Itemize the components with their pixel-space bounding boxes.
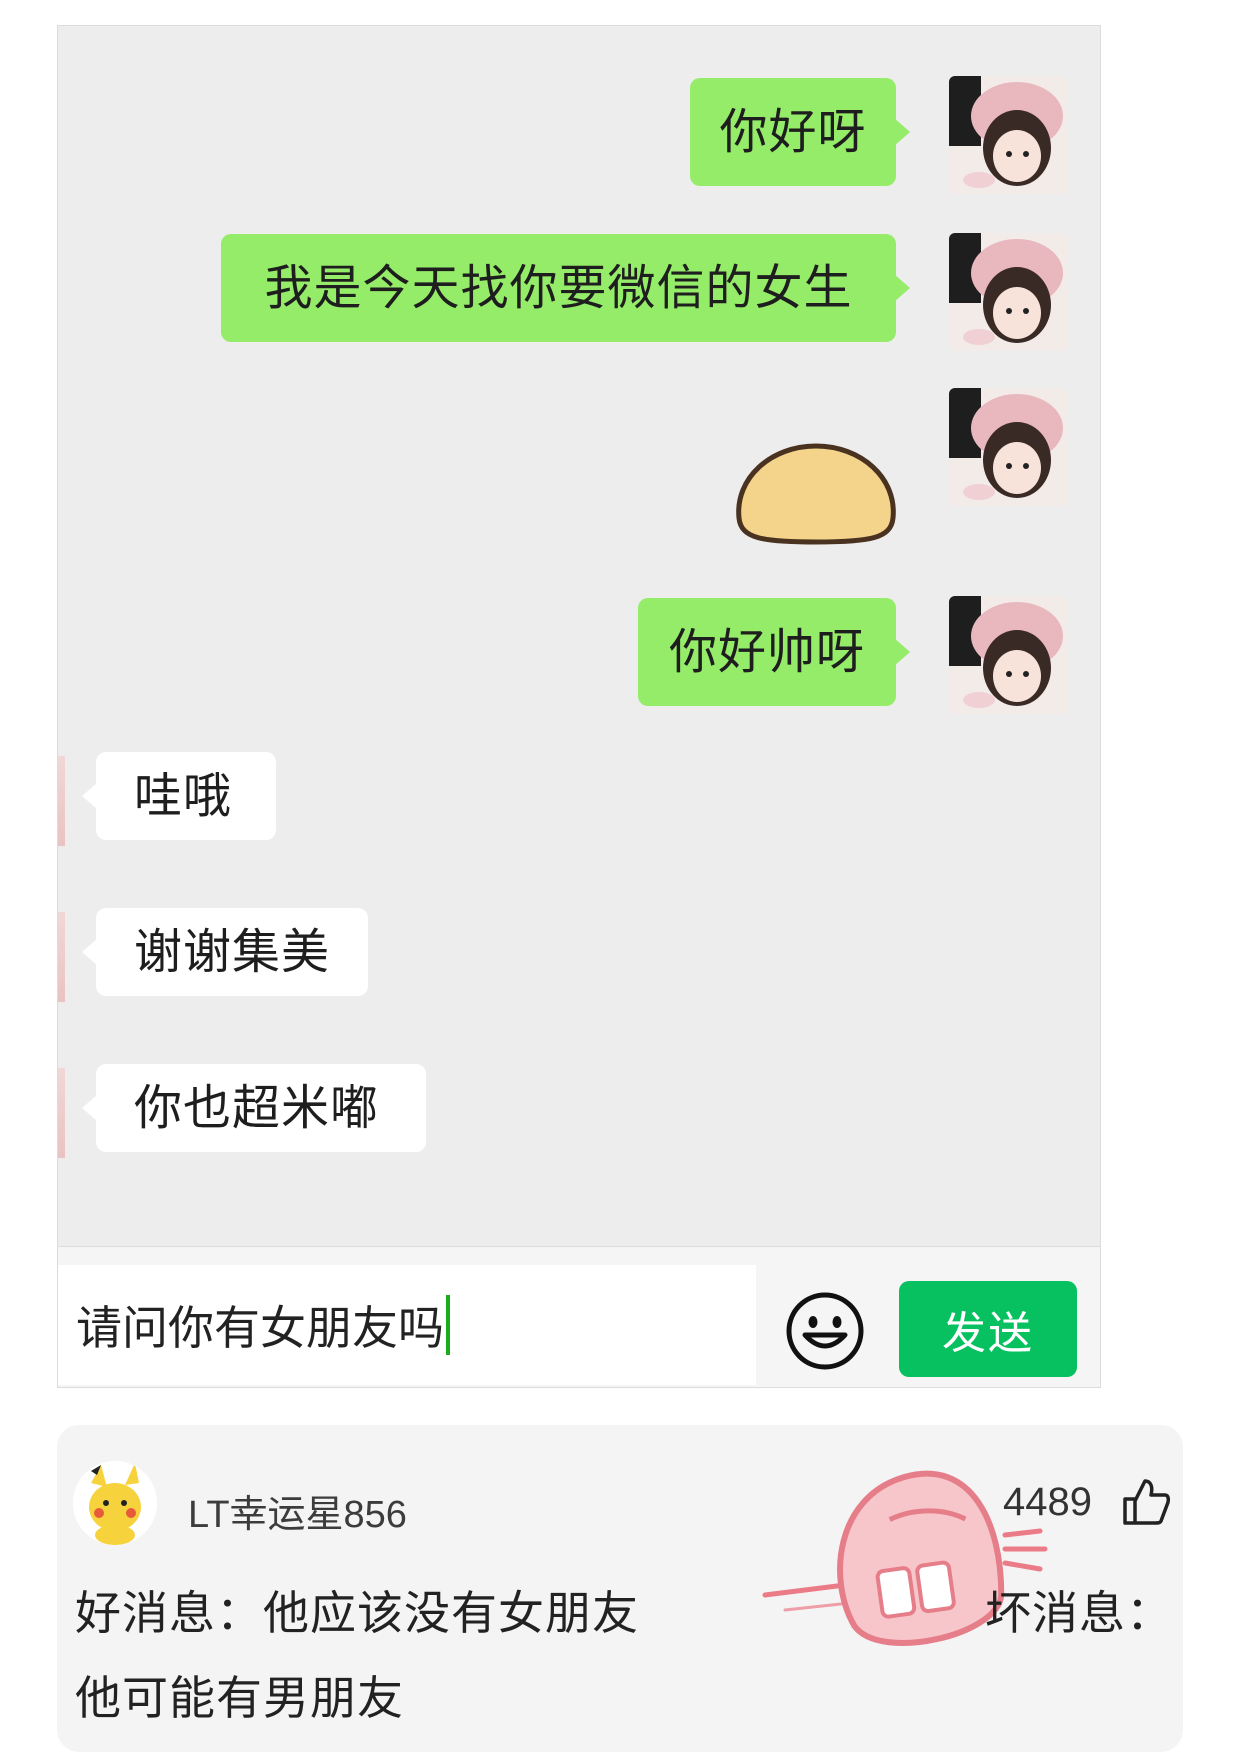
outgoing-message[interactable]: 你好帅呀: [638, 598, 910, 706]
message-text: 哇哦: [134, 768, 233, 824]
commenter-avatar[interactable]: [73, 1461, 157, 1545]
thumbs-up-icon[interactable]: [1121, 1477, 1171, 1527]
message-text: 你好帅呀: [668, 624, 865, 680]
comment-text-bad-news: 坏消息：: [985, 1586, 1173, 1640]
input-bar: 请问你有女朋友吗 发送: [58, 1246, 1100, 1387]
sender-avatar[interactable]: [949, 233, 1067, 351]
send-button[interactable]: 发送: [899, 1281, 1077, 1377]
message-text: 你也超米嘟: [134, 1080, 380, 1136]
outgoing-message[interactable]: 你好呀: [690, 78, 910, 186]
sender-avatar[interactable]: [949, 76, 1067, 194]
cropped-avatar-edge: [58, 1068, 65, 1158]
message-text: 你好呀: [719, 104, 867, 160]
commenter-username[interactable]: LT幸运星856: [188, 1483, 407, 1538]
smiley-face-icon[interactable]: [785, 1291, 865, 1371]
comment-text-line-2: 他可能有男朋友: [75, 1671, 404, 1725]
input-text: 请问你有女朋友吗: [76, 1301, 444, 1355]
outgoing-message[interactable]: 我是今天找你要微信的女生: [221, 234, 910, 342]
text-caret: [446, 1295, 450, 1355]
message-input[interactable]: 请问你有女朋友吗: [58, 1265, 756, 1385]
message-text: 我是今天找你要微信的女生: [264, 260, 853, 316]
send-button-label: 发送: [942, 1308, 1034, 1359]
incoming-message[interactable]: 谢谢集美: [82, 908, 368, 996]
comment-text-line-1: 好消息：他应该没有女朋友: [75, 1586, 639, 1640]
incoming-message[interactable]: 你也超米嘟: [82, 1064, 426, 1152]
cropped-avatar-edge: [58, 756, 65, 846]
comment-card: LT幸运星856 4489 好消息：他应该没有女朋友 坏消息： 他可能有男朋友: [57, 1425, 1183, 1752]
cropped-avatar-edge: [58, 912, 65, 1002]
sender-avatar[interactable]: [949, 596, 1067, 714]
sender-avatar[interactable]: [949, 388, 1067, 506]
incoming-message[interactable]: 哇哦: [82, 752, 276, 840]
chat-panel: 你好呀 我是今天找你要微信的女生 你好帅呀 哇哦 谢谢集美 你也超米嘟 请问你有…: [57, 25, 1101, 1388]
bread-bun-sticker[interactable]: [731, 438, 901, 548]
like-count: 4489: [1003, 1480, 1092, 1524]
message-text: 谢谢集美: [134, 924, 331, 980]
